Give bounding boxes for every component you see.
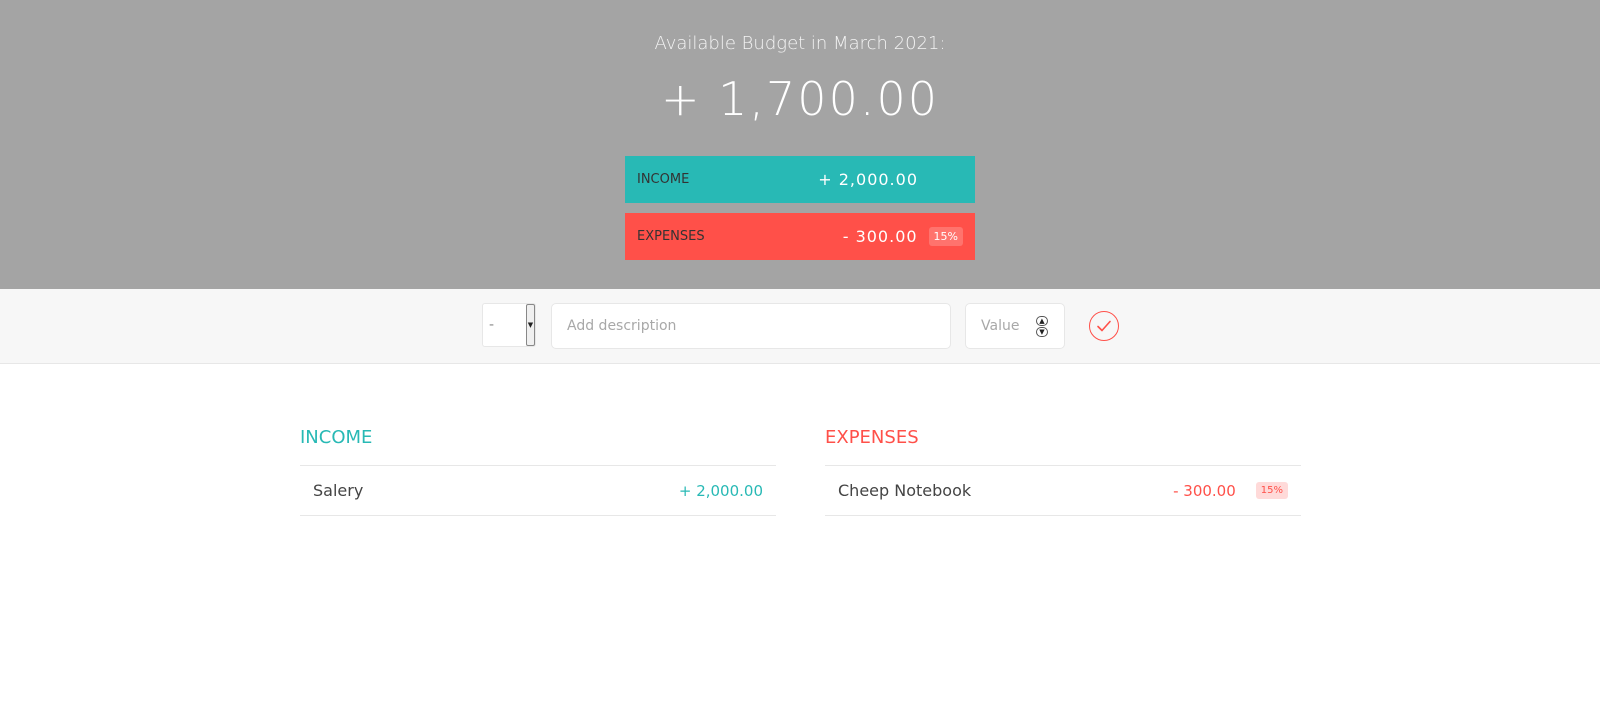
list-item[interactable]: Cheep Notebook - 300.00 15% <box>825 466 1301 516</box>
income-summary-value: + 2,000.00 <box>818 170 918 189</box>
item-description: Salery <box>313 481 364 500</box>
description-input[interactable] <box>551 303 951 349</box>
item-value: + 2,000.00 <box>678 481 763 500</box>
expenses-summary: Expenses - 300.00 15% <box>625 213 975 260</box>
type-select-value: - <box>489 317 495 333</box>
budget-value: + 1,700.00 <box>660 72 939 126</box>
stepper-up-icon[interactable]: ▲ <box>1036 315 1048 326</box>
budget-header: Available Budget in March 2021: + 1,700.… <box>0 0 1600 289</box>
expenses-list-title: Expenses <box>825 420 1301 466</box>
budget-title: Available Budget in March 2021: <box>654 33 946 54</box>
value-input[interactable] <box>966 306 1036 346</box>
add-item-button[interactable] <box>1089 311 1119 341</box>
value-stepper[interactable]: ▲ ▼ <box>1036 315 1048 337</box>
list-item[interactable]: Salery + 2,000.00 <box>300 466 776 516</box>
income-summary: Income + 2,000.00 <box>625 156 975 203</box>
expenses-summary-label: Expenses <box>637 229 705 244</box>
item-value: - 300.00 <box>1173 481 1236 500</box>
checkmark-circle-icon <box>1097 320 1111 332</box>
caret-down-icon[interactable]: ▼ <box>526 304 535 346</box>
add-item-bar: - ▼ ▲ ▼ <box>0 289 1600 364</box>
item-description: Cheep Notebook <box>838 481 972 500</box>
expenses-summary-value: - 300.00 <box>842 227 918 246</box>
income-summary-label: Income <box>637 172 690 187</box>
stepper-down-icon[interactable]: ▼ <box>1036 326 1048 337</box>
income-list-title: Income <box>300 420 776 466</box>
expenses-percentage-badge: 15% <box>928 227 963 246</box>
type-select[interactable]: - ▼ <box>482 303 536 347</box>
expenses-list: Expenses Cheep Notebook - 300.00 15% <box>825 420 1301 516</box>
value-field[interactable]: ▲ ▼ <box>965 303 1065 349</box>
income-list: Income Salery + 2,000.00 <box>300 420 776 516</box>
item-percentage-badge: 15% <box>1255 482 1288 499</box>
